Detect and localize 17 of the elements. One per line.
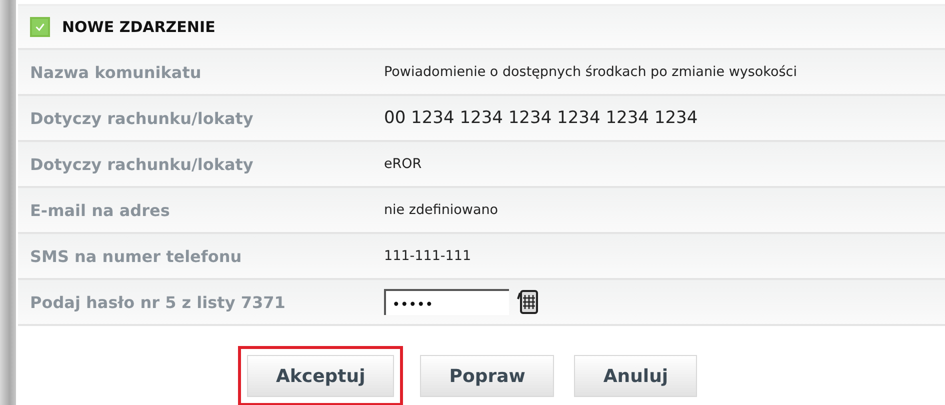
password-field[interactable]: ••••• bbox=[384, 289, 509, 315]
action-button[interactable]: Popraw bbox=[420, 355, 554, 397]
field-value: 00 1234 1234 1234 1234 1234 1234 bbox=[384, 108, 698, 128]
field-value: eROR bbox=[384, 156, 422, 172]
field-value: 111-111-111 bbox=[384, 248, 472, 264]
field-label: Dotyczy rachunku/lokaty bbox=[29, 154, 254, 174]
panel-title: NOWE ZDARZENIE bbox=[62, 18, 216, 36]
action-button[interactable]: Akceptuj bbox=[247, 355, 394, 397]
field-label: Podaj hasło nr 5 z listy 7371 bbox=[29, 292, 286, 312]
keypad-icon[interactable] bbox=[517, 289, 539, 315]
field-label: Dotyczy rachunku/lokaty bbox=[29, 108, 254, 128]
field-label: SMS na numer telefonu bbox=[29, 246, 243, 266]
field-value: nie zdefiniowano bbox=[384, 202, 498, 218]
action-button[interactable]: Anuluj bbox=[574, 355, 698, 397]
field-label: E-mail na adres bbox=[29, 200, 171, 220]
field-label: Nazwa komunikatu bbox=[29, 62, 202, 82]
field-value: Powiadomienie o dostępnych środkach po zmianie wysokości bbox=[384, 64, 797, 80]
